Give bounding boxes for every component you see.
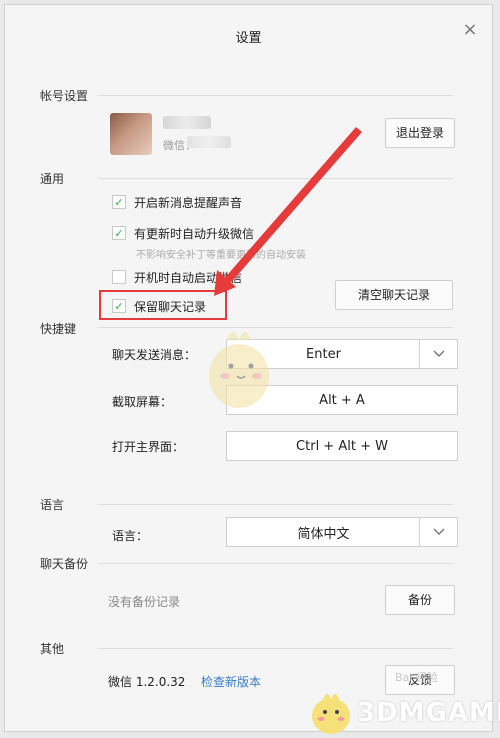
mascot-watermark-icon [209,332,269,408]
mascot-logo-icon [312,693,350,734]
baidu-watermark: Bai 经验 [395,671,438,684]
brand-watermark: 3DMGAME [357,698,500,728]
